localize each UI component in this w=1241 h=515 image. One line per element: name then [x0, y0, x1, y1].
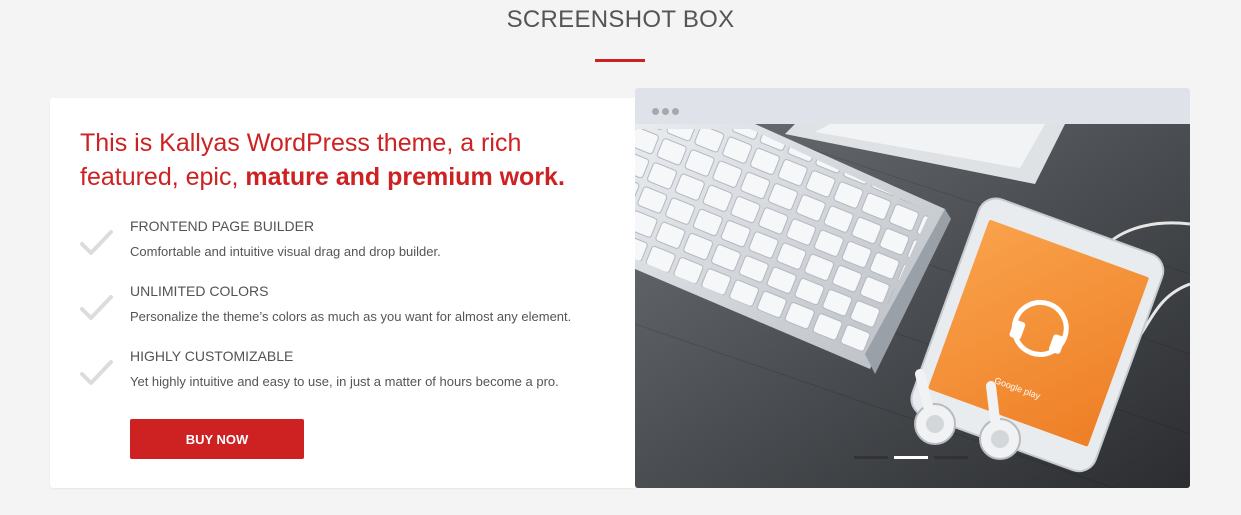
slider-dot[interactable]	[854, 456, 888, 459]
checkmark-icon	[80, 360, 113, 385]
feature-title: UNLIMITED COLORS	[130, 283, 269, 299]
window-dots-icon	[652, 102, 682, 120]
checkmark-icon	[80, 295, 113, 320]
buy-now-button[interactable]: BUY NOW	[130, 419, 304, 459]
feature-item: UNLIMITED COLORS Personalize the theme’s…	[80, 283, 620, 335]
feature-description: Yet highly intuitive and easy to use, in…	[130, 374, 559, 389]
slider-image[interactable]: Google play	[635, 124, 1190, 488]
feature-item: FRONTEND PAGE BUILDER Comfortable and in…	[80, 218, 620, 270]
slider-pagination	[854, 446, 974, 464]
feature-description: Personalize the theme’s colors as much a…	[130, 309, 572, 324]
headline-bold-text: mature and premium work.	[245, 163, 565, 191]
slider-dot-active[interactable]	[894, 456, 928, 459]
title-underline	[595, 59, 645, 62]
headline: This is Kallyas WordPress theme, a rich …	[80, 126, 620, 194]
slider-dot[interactable]	[934, 456, 968, 459]
screenshot-box-card: This is Kallyas WordPress theme, a rich …	[50, 98, 635, 488]
feature-description: Comfortable and intuitive visual drag an…	[130, 244, 441, 259]
checkmark-icon	[80, 230, 113, 255]
feature-title: FRONTEND PAGE BUILDER	[130, 218, 315, 234]
feature-item: HIGHLY CUSTOMIZABLE Yet highly intuitive…	[80, 348, 620, 400]
feature-title: HIGHLY CUSTOMIZABLE	[130, 348, 294, 364]
section-title: SCREENSHOT BOX	[506, 6, 735, 33]
browser-mockup: Google play	[635, 88, 1190, 488]
